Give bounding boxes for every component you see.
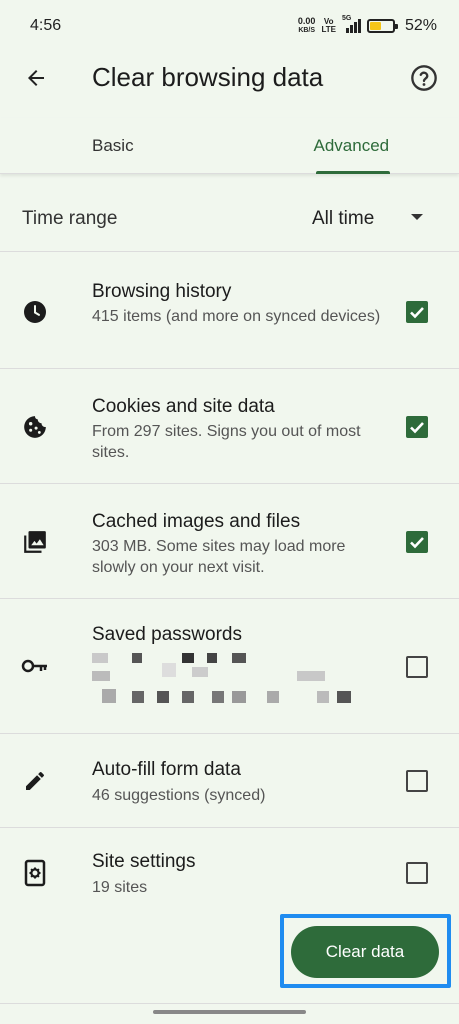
status-bar: 4:56 0.00 KB/S Vo LTE 5G 52% <box>0 0 459 52</box>
site-settings-icon <box>20 858 50 888</box>
toolbar: Clear browsing data <box>0 52 459 102</box>
item-title: Cached images and files <box>92 511 301 532</box>
back-button[interactable] <box>20 62 52 94</box>
item-title: Browsing history <box>92 281 232 302</box>
item-subtitle: 415 items (and more on synced devices) <box>92 308 381 325</box>
clock-icon <box>20 297 50 327</box>
net-speed-indicator: 0.00 KB/S <box>297 16 316 35</box>
cookie-icon <box>20 412 50 442</box>
tab-advanced[interactable]: Advanced <box>238 118 459 174</box>
status-icons: 0.00 KB/S Vo LTE 5G 52% <box>297 15 437 35</box>
item-title: Cookies and site data <box>92 396 275 417</box>
item-subtitle: 46 suggestions (synced) <box>92 787 266 804</box>
image-stack-icon <box>20 527 50 557</box>
autofill-checkbox[interactable] <box>406 770 428 792</box>
help-button[interactable] <box>409 63 439 93</box>
item-subtitle: 303 MB. Some sites may load more slowly … <box>92 538 346 576</box>
redacted-subtitle <box>92 639 372 705</box>
tab-selected-indicator <box>315 171 390 174</box>
site-settings-checkbox[interactable] <box>406 862 428 884</box>
back-arrow-icon <box>28 70 44 86</box>
item-title: Site settings <box>92 851 196 872</box>
battery-fill <box>369 22 382 30</box>
page-title: Clear browsing data <box>92 62 324 92</box>
dropdown-arrow-icon <box>411 214 423 220</box>
data-type-list: Browsing history 415 items (and more on … <box>0 253 459 918</box>
key-icon <box>20 651 50 681</box>
checkmark-icon <box>410 537 424 549</box>
item-title: Auto-fill form data <box>92 759 241 780</box>
tab-basic-label: Basic <box>92 135 134 155</box>
tab-basic[interactable]: Basic <box>0 118 238 173</box>
tab-advanced-label: Advanced <box>313 135 390 155</box>
battery-icon <box>366 19 398 33</box>
saved-passwords-checkbox[interactable] <box>406 656 428 678</box>
clear-data-button[interactable]: Clear data <box>291 926 439 978</box>
item-subtitle: 19 sites <box>92 879 148 896</box>
list-item-autofill[interactable]: Auto-fill form data 46 suggestions (sync… <box>0 734 459 828</box>
tab-bar: Basic Advanced <box>0 118 459 174</box>
item-subtitle: From 297 sites. Signs you out of most si… <box>92 423 361 461</box>
cookies-checkbox[interactable] <box>406 416 428 438</box>
list-item-saved-passwords[interactable]: Saved passwords <box>0 599 459 734</box>
help-icon <box>411 65 437 91</box>
checkmark-icon <box>410 307 424 319</box>
list-item-cookies[interactable]: Cookies and site data From 297 sites. Si… <box>0 369 459 484</box>
time-range-select[interactable]: All time <box>312 208 374 230</box>
checkmark-icon <box>410 422 424 434</box>
status-time: 4:56 <box>30 17 62 34</box>
list-item-cached-images[interactable]: Cached images and files 303 MB. Some sit… <box>0 484 459 599</box>
list-item-site-settings[interactable]: Site settings 19 sites <box>0 828 459 918</box>
pencil-icon <box>20 766 50 796</box>
browsing-history-checkbox[interactable] <box>406 301 428 323</box>
time-range-label: Time range <box>22 207 118 229</box>
cached-images-checkbox[interactable] <box>406 531 428 553</box>
time-range-row[interactable]: Time range All time <box>0 186 459 252</box>
signal-icon: 5G <box>342 15 361 33</box>
home-indicator[interactable] <box>153 1010 306 1014</box>
volte-icon: Vo LTE <box>321 17 336 34</box>
battery-percent: 52% <box>404 17 437 34</box>
list-item-browsing-history[interactable]: Browsing history 415 items (and more on … <box>0 253 459 369</box>
bottom-divider <box>0 1003 459 1004</box>
